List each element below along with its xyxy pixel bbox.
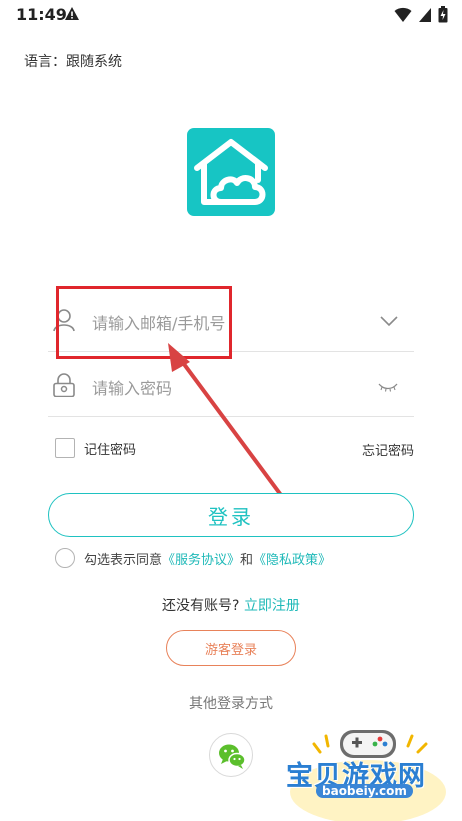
remember-label: 记住密码 [84,442,137,458]
wechat-login-button[interactable] [209,733,253,777]
forgot-password-link[interactable]: 忘记密码 [362,440,414,459]
remember-checkbox[interactable] [55,438,75,458]
guest-login-button[interactable]: 游客登录 [166,630,296,666]
wechat-icon [219,744,246,769]
agree-radio[interactable] [55,548,75,568]
agreement-row: 勾选表示同意 《服务协议》 和 《隐私政策》 [55,548,331,568]
register-link[interactable]: 立即注册 [244,598,300,614]
agree-and: 和 [240,552,254,568]
register-row: 还没有账号? 立即注册 [0,595,462,615]
service-agreement-link[interactable]: 《服务协议》 [162,549,240,568]
watermark: 宝贝游戏网 baobeiy.com [280,722,462,821]
watermark-url: baobeiy.com [316,784,413,798]
other-login-methods-label: 其他登录方式 [189,696,273,712]
login-button[interactable]: 登录 [48,493,414,537]
register-question: 还没有账号? [162,598,240,614]
agree-prefix: 勾选表示同意 [84,552,163,568]
privacy-policy-link[interactable]: 《隐私政策》 [253,549,331,568]
remember-password[interactable]: 记住密码 [55,438,136,458]
